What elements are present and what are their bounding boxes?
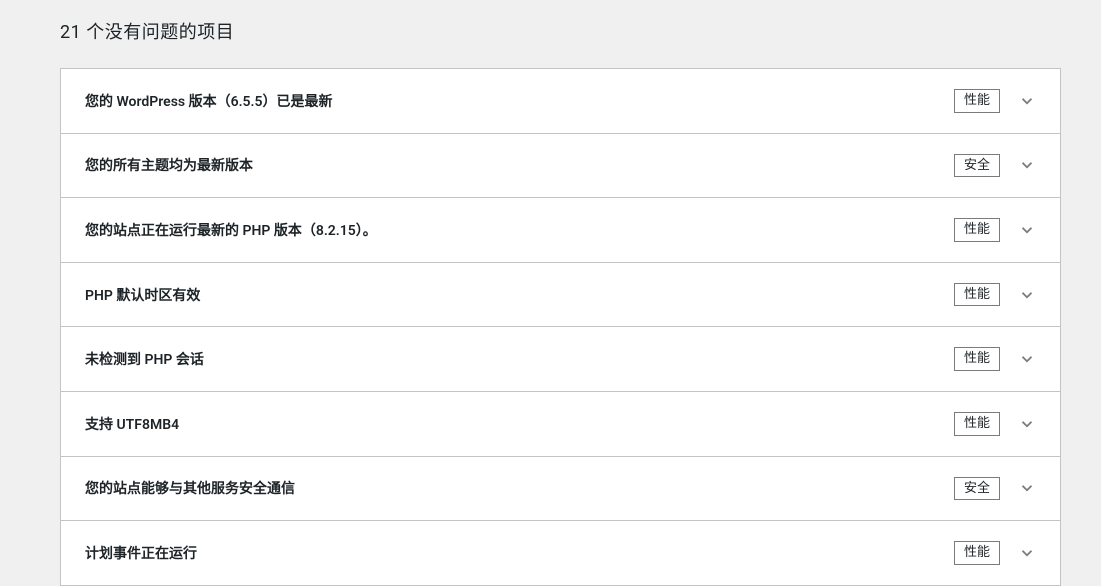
check-item-wordpress-version[interactable]: 您的 WordPress 版本（6.5.5）已是最新 性能 [61,69,1060,134]
check-item-php-session[interactable]: 未检测到 PHP 会话 性能 [61,327,1060,392]
badge-performance: 性能 [954,89,1000,113]
chevron-down-icon [1018,544,1036,562]
check-item-scheduled-events[interactable]: 计划事件正在运行 性能 [61,521,1060,585]
check-item-label: 您的站点能够与其他服务安全通信 [85,478,954,498]
chevron-down-icon [1018,221,1036,239]
badge-performance: 性能 [954,283,1000,307]
check-item-utf8mb4[interactable]: 支持 UTF8MB4 性能 [61,392,1060,457]
check-item-right: 性能 [954,412,1036,436]
chevron-down-icon [1018,92,1036,110]
chevron-down-icon [1018,350,1036,368]
check-item-themes-updated[interactable]: 您的所有主题均为最新版本 安全 [61,134,1060,199]
check-item-label: 计划事件正在运行 [85,543,954,563]
check-list: 您的 WordPress 版本（6.5.5）已是最新 性能 您的所有主题均为最新… [60,68,1061,586]
badge-security: 安全 [954,477,1000,501]
check-item-php-timezone[interactable]: PHP 默认时区有效 性能 [61,263,1060,328]
check-item-right: 安全 [954,477,1036,501]
badge-performance: 性能 [954,347,1000,371]
check-item-label: PHP 默认时区有效 [85,285,954,305]
check-item-right: 性能 [954,218,1036,242]
check-item-label: 您的所有主题均为最新版本 [85,155,954,175]
chevron-down-icon [1018,415,1036,433]
check-item-label: 您的 WordPress 版本（6.5.5）已是最新 [85,91,954,111]
check-item-right: 性能 [954,89,1036,113]
badge-performance: 性能 [954,541,1000,565]
check-item-label: 未检测到 PHP 会话 [85,349,954,369]
badge-performance: 性能 [954,218,1000,242]
page-title: 21 个没有问题的项目 [60,18,1061,44]
chevron-down-icon [1018,156,1036,174]
badge-performance: 性能 [954,412,1000,436]
check-item-right: 性能 [954,541,1036,565]
chevron-down-icon [1018,479,1036,497]
check-item-right: 性能 [954,347,1036,371]
chevron-down-icon [1018,286,1036,304]
check-item-php-version[interactable]: 您的站点正在运行最新的 PHP 版本（8.2.15）。 性能 [61,198,1060,263]
check-item-label: 支持 UTF8MB4 [85,414,954,434]
check-item-right: 性能 [954,283,1036,307]
badge-security: 安全 [954,154,1000,178]
check-item-secure-communication[interactable]: 您的站点能够与其他服务安全通信 安全 [61,457,1060,522]
check-item-label: 您的站点正在运行最新的 PHP 版本（8.2.15）。 [85,220,954,240]
check-item-right: 安全 [954,154,1036,178]
